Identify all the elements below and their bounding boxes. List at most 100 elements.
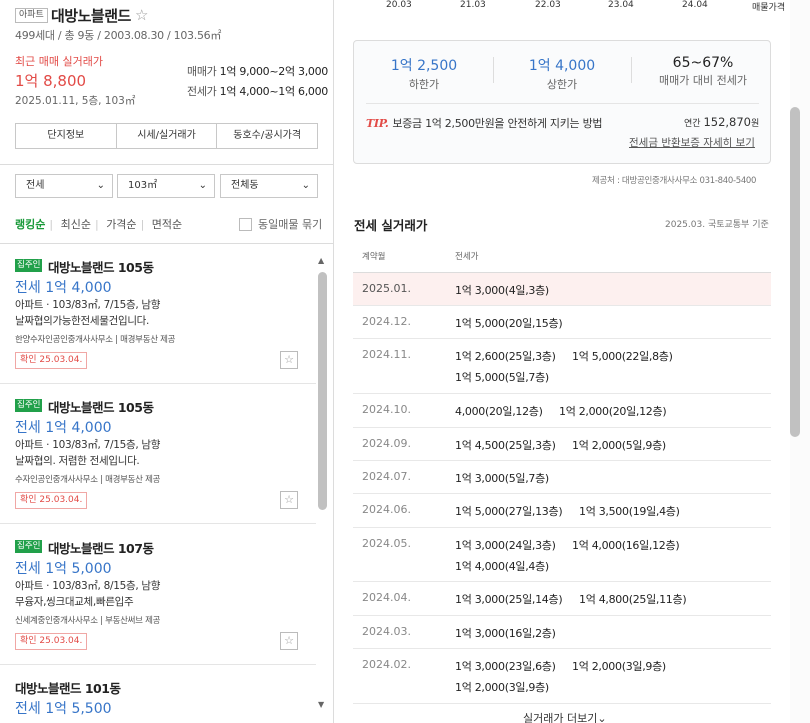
listing-panel: 아파트 대방노블랜드 ☆ 499세대 / 총 9동 / 2003.08.30 /…	[0, 0, 334, 723]
listing-scrollbar[interactable]: ▲ ▼	[318, 256, 327, 709]
jeonse-price-row: 전세가 1억 4,000~1억 6,000	[187, 83, 328, 99]
deal-entry: 1억 2,000(20일,12층)	[559, 405, 667, 418]
favorite-star-icon[interactable]: ☆	[280, 632, 298, 650]
deal-type-value: 전세	[26, 180, 45, 191]
sort-area[interactable]: 면적순	[152, 218, 182, 231]
confirm-date-badge: 확인 25.03.04.	[15, 352, 88, 369]
tab-unit-price[interactable]: 동호수/공시가격	[217, 124, 317, 148]
low-price-stat: 1억 2,500 하한가	[374, 55, 474, 92]
table-row: 2024.10. 4,000(20일,12층) 1억 2,000(20일,12층)	[353, 394, 771, 428]
contract-month: 2024.03.	[362, 625, 411, 638]
divider	[631, 57, 632, 83]
deal-entry: 1억 5,000(27일,13층)	[455, 505, 563, 518]
ratio-value: 65~67%	[672, 55, 734, 71]
column-header-price: 전세가	[455, 252, 479, 262]
deal-entry: 1억 3,000(16일,2층)	[455, 627, 556, 640]
confirm-date-badge: 확인 25.03.04.	[15, 492, 88, 509]
area-select[interactable]: 103㎡ ⌄	[117, 174, 215, 198]
recent-sale-label: 최근 매매 실거래가	[15, 55, 103, 68]
dong-value: 전체동	[231, 180, 259, 191]
jeonse-summary-box: 1억 2,500 하한가 1억 4,000 상한가 65~67% 매매가 대비 …	[353, 40, 771, 164]
deal-entry: 1억 3,000(23일,6층)	[455, 660, 556, 673]
contract-month: 2025.01.	[362, 282, 411, 295]
high-price-label: 상한가	[546, 78, 578, 91]
listing-title: 대방노블랜드 101동	[15, 681, 121, 696]
tab-price-history[interactable]: 시세/실거래가	[117, 124, 218, 148]
listing-card[interactable]: 대방노블랜드 101동 전세 1억 5,500	[0, 680, 316, 723]
sort-ranking[interactable]: 랭킹순	[15, 218, 45, 231]
deal-entry: 1억 5,000(22일,8층)	[572, 350, 673, 363]
deal-entry: 1억 5,000(20일,15층)	[455, 317, 563, 330]
contract-month: 2024.07.	[362, 470, 411, 483]
column-header-month: 계약월	[362, 252, 386, 262]
scroll-down-icon[interactable]: ▼	[318, 700, 324, 709]
deal-entry: 1억 3,000(25일,14층)	[455, 593, 563, 606]
deal-entry: 1억 4,500(25일,3층)	[455, 439, 556, 452]
listing-card[interactable]: 집주인 대방노블랜드 107동 전세 1억 5,000 아파트 · 103/83…	[0, 540, 316, 665]
table-row: 2024.04. 1억 3,000(25일,14층) 1억 4,800(25일,11…	[353, 582, 771, 616]
scrollbar-thumb[interactable]	[318, 272, 327, 510]
chevron-down-icon: ⌄	[198, 180, 207, 191]
divider	[0, 523, 316, 524]
yearly-fee: 연간 152,870원	[684, 115, 759, 129]
detail-scrollbar[interactable]	[790, 0, 810, 723]
contract-month: 2024.05.	[362, 537, 411, 550]
table-row: 2024.03. 1억 3,000(16일,2층)	[353, 616, 771, 649]
listing-desc: 날짜협의. 저렴한 전세입니다.	[15, 455, 140, 467]
listing-card[interactable]: 집주인 대방노블랜드 105동 전세 1억 4,000 아파트 · 103/83…	[0, 399, 316, 524]
more-history-button[interactable]: 실거래가 더보기⌄	[523, 710, 607, 723]
deal-entry: 1억 2,000(5일,9층)	[572, 439, 666, 452]
listing-desc: 날짜협의가능한전세물건입니다.	[15, 315, 150, 327]
chevron-down-icon: ⌄	[96, 180, 105, 191]
confirm-date-badge: 확인 25.03.04.	[15, 633, 88, 650]
data-source: 제공처 : 대방공인중개사사무소 031-840-5400	[592, 176, 757, 186]
recent-sale-price: 1억 8,800	[15, 72, 87, 90]
listing-card[interactable]: 집주인 대방노블랜드 105동 전세 1억 4,000 아파트 · 103/83…	[0, 259, 316, 384]
deal-entry: 1억 2,000(3일,9층)	[572, 660, 666, 673]
listing-title: 대방노블랜드 105동	[48, 400, 154, 415]
favorite-star-icon[interactable]: ☆	[280, 491, 298, 509]
axis-tick: 매물가격	[752, 3, 786, 13]
dong-select[interactable]: 전체동 ⌄	[220, 174, 318, 198]
listing-agent: 한양수자인공인중개사사무소 | 매경부동산 제공	[15, 335, 176, 345]
complex-info: 499세대 / 총 9동 / 2003.08.30 / 103.56㎡	[15, 29, 222, 42]
listing-price: 전세 1억 4,000	[15, 420, 112, 436]
owner-badge: 집주인	[15, 540, 43, 553]
sort-price[interactable]: 가격순	[106, 218, 136, 231]
listing-spec: 아파트 · 103/83㎡, 7/15층, 남향	[15, 299, 161, 311]
low-price-value: 1억 2,500	[390, 58, 458, 74]
axis-tick: 23.04	[608, 0, 634, 10]
high-price-stat: 1억 4,000 상한가	[512, 55, 612, 92]
contract-month: 2024.06.	[362, 503, 411, 516]
deal-entry: 1억 5,000(5일,7층)	[455, 371, 549, 384]
listing-price: 전세 1억 5,000	[15, 561, 112, 577]
listing-title: 대방노블랜드 107동	[48, 541, 154, 556]
group-same-checkbox[interactable]	[239, 218, 252, 231]
deal-entry: 1억 3,500(19일,4층)	[579, 505, 680, 518]
divider	[366, 103, 759, 104]
scroll-up-icon[interactable]: ▲	[318, 256, 324, 265]
tip-message: 보증금 1억 2,500만원을 안전하게 지키는 방법	[392, 117, 603, 130]
tab-complex-info[interactable]: 단지정보	[16, 124, 117, 148]
favorite-star-icon[interactable]: ☆	[280, 351, 298, 369]
deal-entry: 1억 4,800(25일,11층)	[579, 593, 687, 606]
section-note: 2025.03. 국토교통부 기준	[665, 220, 769, 230]
listing-spec: 아파트 · 103/83㎡, 7/15층, 남향	[15, 439, 161, 451]
scrollbar-thumb[interactable]	[790, 107, 800, 437]
contract-month: 2024.11.	[362, 348, 411, 361]
guarantee-link[interactable]: 전세금 반환보증 자세히 보기	[629, 135, 755, 150]
yearly-value: 152,870	[703, 115, 751, 129]
divider	[0, 664, 316, 665]
complex-name: 대방노블랜드	[51, 7, 131, 25]
ratio-stat: 65~67% 매매가 대비 전세가	[644, 55, 762, 88]
favorite-star-icon[interactable]: ☆	[135, 6, 148, 24]
axis-tick: 21.03	[460, 0, 486, 10]
deal-entry: 1억 4,000(4일,4층)	[455, 560, 549, 573]
chevron-down-icon: ⌄	[301, 180, 310, 191]
jeonse-price-range: 1억 4,000~1억 6,000	[219, 85, 329, 98]
deal-type-select[interactable]: 전세 ⌄	[15, 174, 113, 198]
owner-badge: 집주인	[15, 399, 43, 412]
sort-latest[interactable]: 최신순	[61, 218, 91, 231]
complex-tab-bar: 단지정보 시세/실거래가 동호수/공시가격	[15, 123, 318, 149]
owner-badge: 집주인	[15, 259, 43, 272]
